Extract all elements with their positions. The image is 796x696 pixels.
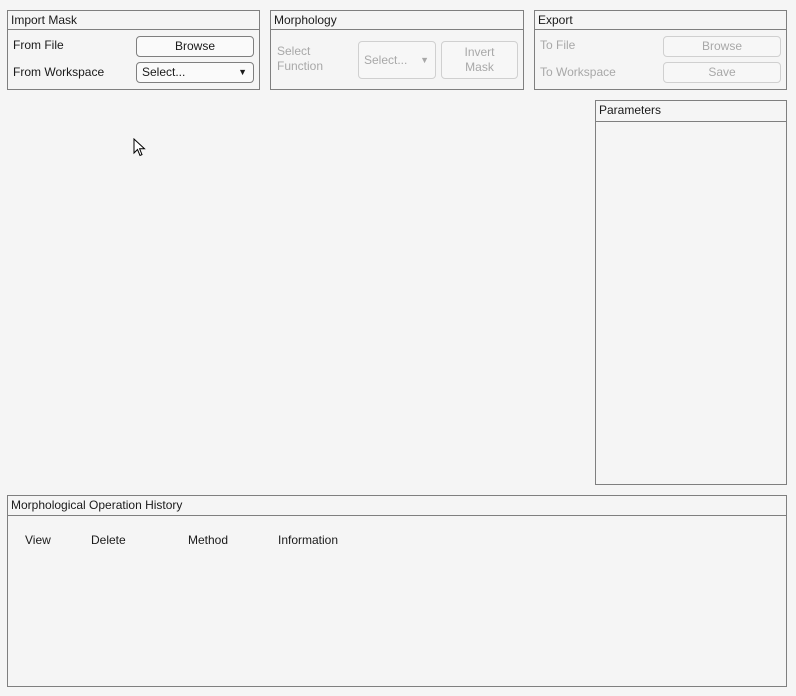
from-file-label: From File	[13, 38, 64, 52]
select-function-label-line1: Select	[277, 44, 311, 58]
invert-mask-label-line1: Invert	[464, 45, 495, 59]
export-browse-label: Browse	[701, 39, 742, 53]
history-column-information: Information	[278, 533, 339, 547]
from-workspace-label: From Workspace	[13, 65, 105, 79]
invert-mask-label-line2: Mask	[465, 60, 494, 74]
to-workspace-label: To Workspace	[540, 65, 616, 79]
parameters-title: Parameters	[596, 101, 786, 122]
function-select-dropdown[interactable]: Select... ▼	[358, 41, 436, 79]
function-select-value: Select...	[364, 53, 408, 67]
save-button[interactable]: Save	[663, 62, 781, 83]
history-column-method: Method	[188, 533, 229, 547]
import-mask-title: Import Mask	[8, 11, 259, 30]
history-column-view: View	[25, 533, 51, 547]
select-function-label: Select Function	[277, 44, 323, 74]
chevron-down-icon: ▼	[238, 67, 247, 77]
to-file-label: To File	[540, 38, 576, 52]
import-browse-label: Browse	[174, 39, 215, 53]
workspace-select-dropdown[interactable]: Select... ▼	[136, 62, 254, 83]
history-panel: Morphological Operation History	[7, 495, 787, 687]
export-browse-button[interactable]: Browse	[663, 36, 781, 57]
select-function-label-line2: Function	[277, 59, 324, 73]
export-title: Export	[535, 11, 786, 30]
history-column-delete: Delete	[91, 533, 126, 547]
save-label: Save	[708, 65, 736, 79]
morphology-title: Morphology	[271, 11, 523, 30]
history-title: Morphological Operation History	[8, 496, 786, 516]
image-display-area[interactable]	[7, 100, 587, 485]
chevron-down-icon: ▼	[420, 55, 429, 65]
mouse-pointer-icon	[133, 138, 146, 157]
workspace-select-value: Select...	[142, 65, 186, 79]
invert-mask-button[interactable]: Invert Mask	[441, 41, 518, 79]
import-browse-button[interactable]: Browse	[136, 36, 254, 57]
parameters-panel: Parameters	[595, 100, 787, 485]
